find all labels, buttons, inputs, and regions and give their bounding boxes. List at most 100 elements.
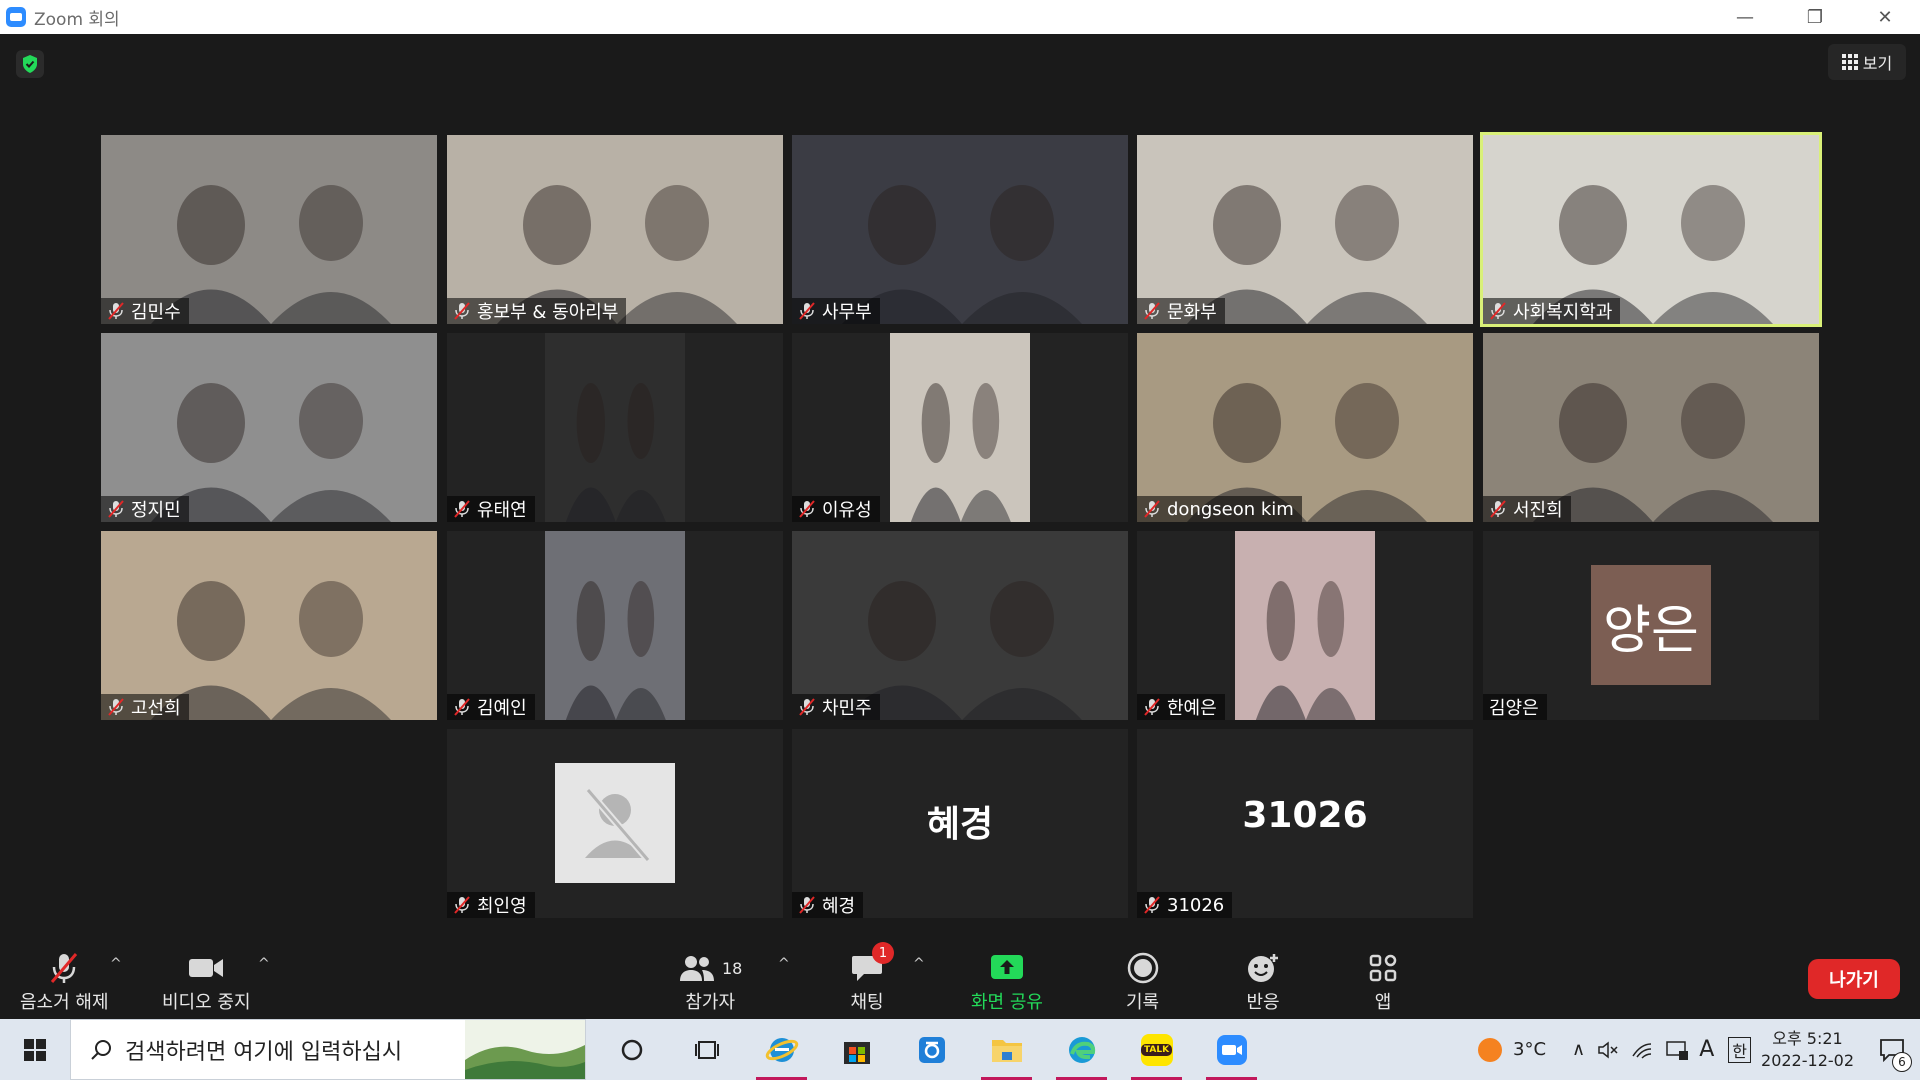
participant-tile[interactable]: 사회복지학과 [1480,132,1822,327]
share-screen-button[interactable]: 화면 공유 [971,948,1043,1014]
participant-tile[interactable]: 양은 김양은 [1483,531,1819,720]
participant-tile[interactable]: 한예은 [1137,531,1473,720]
participant-nameplate: 김양은 [1483,694,1547,720]
start-button[interactable] [0,1019,70,1080]
mic-muted-icon [1490,302,1506,320]
taskbar-search-box[interactable]: 검색하려면 여기에 입력하십시 [70,1019,586,1080]
video-camera-icon [189,959,224,977]
zoom-logo-icon [6,7,26,27]
mic-muted-icon [1144,698,1160,716]
participant-display-name-large: 31026 [1242,795,1368,836]
participant-tile[interactable]: 사무부 [792,135,1128,324]
mic-muted-icon [51,953,78,983]
participants-options-caret-icon[interactable]: ^ [778,956,790,972]
participant-video [545,333,685,522]
wifi-icon[interactable] [1631,1040,1653,1060]
video-feed-image [565,383,666,522]
mic-muted-icon [1144,302,1160,320]
mic-muted-icon [799,302,815,320]
minimize-button[interactable]: — [1710,0,1780,34]
participant-tile[interactable]: 정지민 [101,333,437,522]
unmute-button[interactable]: 음소거 해제 [20,948,109,1014]
apps-button[interactable]: 앱 [1368,948,1398,1014]
window-controls: — ❐ ✕ [1710,0,1920,34]
video-feed-image [1255,581,1356,720]
participant-nameplate: 문화부 [1137,298,1225,324]
stop-video-button[interactable]: 비디오 중지 [162,948,251,1014]
taskbar-edge[interactable] [1044,1019,1119,1080]
taskbar-internet-explorer[interactable] [744,1019,819,1080]
reaction-emoji-icon [1248,954,1278,982]
participants-label: 참가자 [685,992,736,1013]
meeting-toolbar: 음소거 해제 ^ 비디오 중지 ^ 18 참가자 ^ 1 채팅 ^ 화면 공유 … [0,942,1920,1019]
participant-tile[interactable]: 이유성 [792,333,1128,522]
participants-icon [680,956,714,981]
participant-nameplate: 차민주 [792,694,880,720]
participant-display-name-large: 혜경 [926,804,994,845]
mic-muted-icon [799,698,815,716]
participant-tile[interactable]: 문화부 [1137,135,1473,324]
notification-center-button[interactable]: 6 [1864,1019,1920,1080]
ime-alpha-indicator[interactable]: A [1699,1037,1714,1062]
security-shield-icon[interactable] [16,50,44,78]
network-status-icon[interactable] [1665,1039,1689,1061]
window-titlebar: Zoom 회의 — ❐ ✕ [0,0,1920,34]
taskbar-hangul[interactable] [894,1019,969,1080]
system-tray: 3°C ∧ A 한 오후 5:21 2022-12-02 6 [1475,1019,1920,1080]
participant-tile[interactable]: 김민수 [101,135,437,324]
participant-tile[interactable]: 김예인 [447,531,783,720]
mic-muted-icon [799,896,815,914]
video-feed-image [1187,383,1427,522]
participant-nameplate: 31026 [1137,892,1233,918]
restore-button[interactable]: ❐ [1780,0,1850,34]
taskbar-zoom[interactable] [1194,1019,1269,1080]
chat-unread-badge: 1 [872,942,894,964]
taskbar-store[interactable] [819,1019,894,1080]
chat-button[interactable]: 1 채팅 [850,942,894,1014]
chat-options-caret-icon[interactable]: ^ [913,956,925,972]
close-button[interactable]: ✕ [1850,0,1920,34]
participant-tile[interactable]: 유태연 [447,333,783,522]
view-button[interactable]: 보기 [1828,44,1906,80]
search-icon [91,1039,111,1060]
leave-button[interactable]: 나가기 [1808,959,1900,999]
participant-tile[interactable]: 홍보부 & 동아리부 [447,135,783,324]
reactions-button[interactable]: 반응 [1246,948,1280,1014]
volume-muted-icon[interactable] [1597,1040,1619,1060]
taskbar-file-explorer[interactable] [969,1019,1044,1080]
video-options-caret-icon[interactable]: ^ [258,956,270,972]
task-view-button[interactable] [669,1019,744,1080]
mic-muted-icon [454,698,470,716]
weather-sun-icon[interactable] [1475,1035,1505,1065]
participant-name: 사회복지학과 [1513,302,1613,323]
participant-tile[interactable]: dongseon kim [1137,333,1473,522]
video-feed-image [910,383,1011,522]
participant-nameplate: 유태연 [447,496,535,522]
cortana-circle-icon [621,1039,642,1060]
taskbar-clock[interactable]: 오후 5:21 2022-12-02 [1761,1028,1854,1072]
video-feed-image [1187,185,1427,324]
tray-overflow-chevron-icon[interactable]: ∧ [1572,1039,1585,1060]
participant-video [101,135,437,324]
participant-tile[interactable]: 고선희 [101,531,437,720]
clock-time: 오후 5:21 [1772,1028,1843,1048]
cortana-button[interactable] [594,1019,669,1080]
participant-video [1483,135,1819,324]
participant-tile[interactable]: 차민주 [792,531,1128,720]
participant-tile[interactable]: 서진희 [1483,333,1819,522]
participant-tile[interactable]: 혜경 혜경 [792,729,1128,918]
weather-temp[interactable]: 3°C [1513,1039,1546,1060]
ime-hangul-indicator[interactable]: 한 [1728,1036,1752,1063]
participant-tile[interactable]: 최인영 [447,729,783,918]
windows-logo-icon [24,1038,46,1061]
hangul-word-icon [918,1036,945,1063]
video-feed-image [151,185,391,324]
participant-name: 정지민 [131,500,181,521]
taskbar-kakaotalk[interactable]: TALK [1119,1019,1194,1080]
participant-video [792,531,1128,720]
participant-tile[interactable]: 31026 31026 [1137,729,1473,918]
record-button[interactable]: 기록 [1126,948,1159,1014]
participants-button[interactable]: 18 참가자 [678,948,742,1014]
store-icon [843,1041,870,1064]
audio-options-caret-icon[interactable]: ^ [110,956,122,972]
